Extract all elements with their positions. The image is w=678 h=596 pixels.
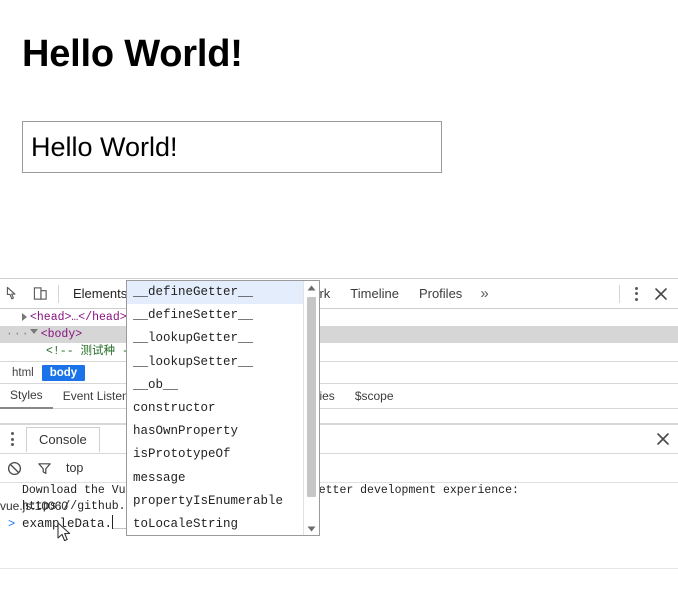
drawer-tab-console[interactable]: Console: [26, 427, 100, 452]
clear-console-icon[interactable]: [0, 454, 28, 482]
expand-triangle-icon[interactable]: [22, 313, 27, 321]
tab-timeline[interactable]: Timeline: [340, 279, 409, 308]
tab-scope[interactable]: $scope: [345, 384, 404, 408]
autocomplete-item[interactable]: __defineGetter__: [127, 281, 304, 304]
dom-tree-scrollbar[interactable]: [667, 309, 678, 361]
breadcrumb-item-body[interactable]: body: [42, 365, 85, 381]
dom-ellipsis: ···: [6, 328, 30, 341]
console-message: Download the Vue Devtools extension for …: [0, 483, 678, 499]
devtools-toolbar: Elements Console Sources Network Timelin…: [0, 279, 678, 309]
autocomplete-item[interactable]: __lookupSetter__: [127, 351, 304, 374]
autocomplete-item[interactable]: propertyIsEnumerable: [127, 490, 304, 513]
breadcrumb-item-html[interactable]: html: [4, 365, 42, 381]
autocomplete-list: __defineGetter__ __defineSetter__ __look…: [127, 281, 304, 536]
console-message-line2: https://github.com/vuejs/vue-devtools: [0, 499, 678, 515]
autocomplete-item[interactable]: __ob__: [127, 374, 304, 397]
collapse-triangle-icon[interactable]: [30, 329, 38, 338]
kebab-menu-icon[interactable]: [624, 282, 648, 306]
dom-row[interactable]: ··· <body>: [0, 326, 678, 343]
autocomplete-dropdown[interactable]: __defineGetter__ __defineSetter__ __look…: [126, 280, 320, 536]
elements-dom-tree[interactable]: <head>…</head> ··· <body> <!-- 测试种 -->: [0, 309, 678, 361]
toolbar-divider-right: [619, 285, 620, 303]
dom-row-text: <body>: [41, 328, 82, 341]
autocomplete-item[interactable]: constructor: [127, 397, 304, 420]
filter-icon[interactable]: [30, 454, 58, 482]
autocomplete-item[interactable]: __defineSetter__: [127, 304, 304, 327]
hello-world-input[interactable]: [22, 121, 442, 173]
drawer-kebab-menu-icon[interactable]: [0, 427, 24, 451]
drawer-close-icon[interactable]: [648, 432, 678, 446]
console-prompt-input[interactable]: exampleData.: [22, 517, 112, 531]
devtools-panel: Elements Console Sources Network Timelin…: [0, 279, 678, 596]
dom-row-text: <head>…</head>: [30, 311, 127, 324]
breadcrumb: html body: [0, 361, 678, 384]
console-message-line1: Download the Vue Devtools extension for …: [0, 483, 678, 499]
page-title: Hello World!: [22, 33, 243, 76]
console-prompt-row[interactable]: > exampleData.__defineGetter__: [0, 515, 678, 535]
screenshot-root: Hello World! Elements Console Sources: [0, 0, 678, 596]
inspect-cursor-icon[interactable]: [0, 280, 27, 307]
tab-styles[interactable]: Styles: [0, 383, 53, 409]
dom-row[interactable]: <head>…</head>: [0, 309, 678, 326]
console-prompt-caret: >: [8, 517, 15, 531]
console-context-selector[interactable]: top: [60, 461, 89, 475]
console-message-line2-row: https://github.com/vuejs/vue-devtools: [0, 499, 678, 515]
scroll-down-arrow-icon[interactable]: [304, 522, 319, 535]
autocomplete-scrollbar[interactable]: [303, 281, 319, 535]
console-drawer: Console: [0, 424, 678, 569]
console-output: Download the Vue Devtools extension for …: [0, 483, 678, 569]
styles-tab-strip: Styles Event Listeners DOM Breakpoints P…: [0, 384, 678, 409]
close-icon[interactable]: [648, 281, 674, 307]
tab-profiles[interactable]: Profiles: [409, 279, 472, 308]
more-tabs-button[interactable]: »: [472, 285, 496, 302]
toolbar-divider: [58, 285, 59, 303]
autocomplete-item[interactable]: hasOwnProperty: [127, 420, 304, 443]
styles-pane: [0, 409, 678, 424]
autocomplete-scrollbar-thumb[interactable]: [307, 297, 316, 497]
autocomplete-item[interactable]: toLocaleString: [127, 513, 304, 536]
autocomplete-item[interactable]: isPrototypeOf: [127, 443, 304, 466]
console-bottom-divider: [0, 568, 678, 569]
drawer-header: Console: [0, 424, 678, 454]
autocomplete-item[interactable]: message: [127, 467, 304, 490]
toolbar-right-group: [615, 281, 678, 307]
dom-row[interactable]: <!-- 测试种 -->: [0, 343, 678, 360]
scroll-up-arrow-icon[interactable]: [304, 281, 319, 294]
device-toolbar-icon[interactable]: [27, 280, 54, 307]
autocomplete-item[interactable]: __lookupGetter__: [127, 327, 304, 350]
page-viewport: Hello World!: [0, 0, 678, 279]
console-toolbar: top Preserve log: [0, 454, 678, 483]
